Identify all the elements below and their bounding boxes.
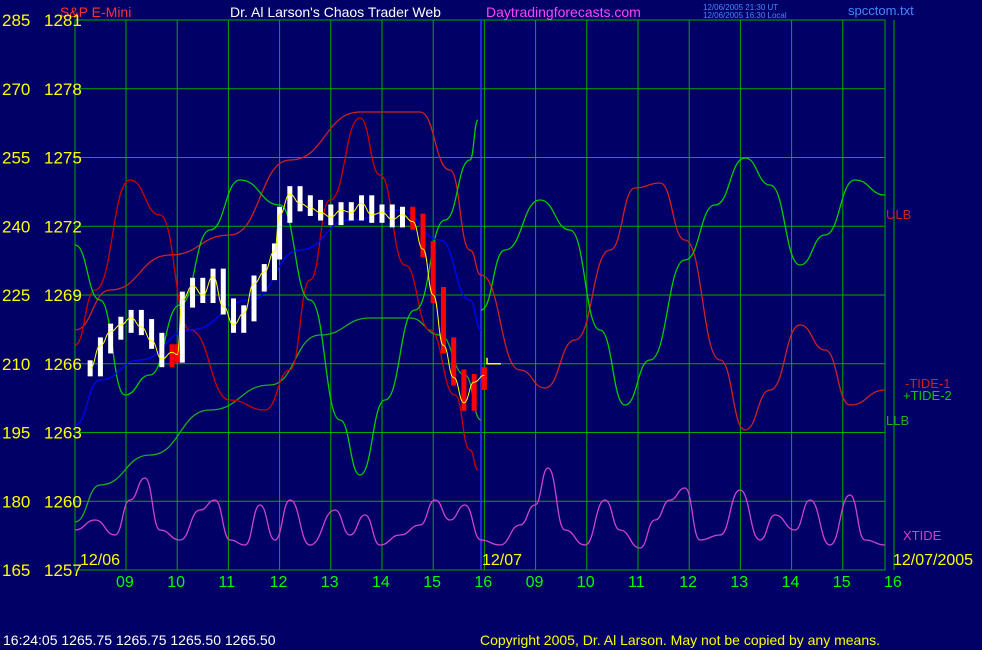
- quote-readout: 16:24:05 1265.75 1265.75 1265.50 1265.50: [3, 632, 276, 648]
- xtide-label: XTIDE: [903, 528, 942, 543]
- time-tick-label: 16: [884, 574, 902, 591]
- time-tick-label: 13: [321, 574, 339, 591]
- chaos-chart: S&P E-Mini Dr. Al Larson's Chaos Trader …: [0, 0, 982, 650]
- time-tick-label: 10: [577, 574, 595, 591]
- copyright-notice: Copyright 2005, Dr. Al Larson. May not b…: [480, 632, 880, 648]
- tide-tick-label: 240: [2, 217, 30, 236]
- time-tick-label: 10: [167, 574, 185, 591]
- price-tick-label: 1281: [44, 11, 82, 30]
- price-tick-label: 1260: [44, 492, 82, 511]
- date-label-mid: 12/07: [482, 552, 522, 569]
- price-tick-label: 1278: [44, 80, 82, 99]
- time-tick-label: 13: [730, 574, 748, 591]
- price-tick-label: 1272: [44, 217, 82, 236]
- price-tick-label: 1263: [44, 424, 82, 443]
- time-tick-label: 11: [218, 574, 235, 591]
- tide-tick-label: 165: [2, 561, 30, 580]
- time-tick-label: 16: [474, 574, 492, 591]
- ulb-label: ULB: [886, 207, 911, 222]
- tide-tick-label: 180: [2, 492, 30, 511]
- time-tick-label: 11: [628, 574, 645, 591]
- chart-window: S&P E-Mini Dr. Al Larson's Chaos Trader …: [0, 0, 982, 650]
- tide-tick-label: 210: [2, 355, 30, 374]
- price-tick-label: 1266: [44, 355, 82, 374]
- price-tick-label: 1269: [44, 286, 82, 305]
- tide-tick-label: 270: [2, 80, 30, 99]
- price-tick-label: 1275: [44, 149, 82, 168]
- tide-tick-label: 195: [2, 424, 30, 443]
- tide-tick-label: 285: [2, 11, 30, 30]
- date-label-end: 12/07/2005: [893, 552, 973, 569]
- tide-tick-label: 255: [2, 149, 30, 168]
- time-tick-label: 15: [423, 574, 441, 591]
- data-file-name: spcctom.txt: [848, 3, 914, 18]
- local-time: 12/06/2005 16:30 Local: [703, 11, 787, 20]
- time-tick-label: 12: [679, 574, 697, 591]
- site-link[interactable]: Daytradingforecasts.com: [486, 4, 641, 20]
- time-tick-label: 12: [270, 574, 288, 591]
- tide-plus-label: +TIDE-2: [903, 388, 952, 403]
- time-tick-label: 09: [526, 574, 544, 591]
- chart-title: Dr. Al Larson's Chaos Trader Web: [230, 4, 441, 20]
- time-tick-label: 14: [782, 574, 800, 591]
- llb-label: LLB: [886, 413, 909, 428]
- tide-tick-label: 225: [2, 286, 30, 305]
- time-tick-label: 09: [116, 574, 134, 591]
- time-tick-label: 15: [833, 574, 851, 591]
- time-tick-label: 14: [372, 574, 390, 591]
- price-tick-label: 1257: [44, 561, 82, 580]
- date-label-start: 12/06: [80, 552, 120, 569]
